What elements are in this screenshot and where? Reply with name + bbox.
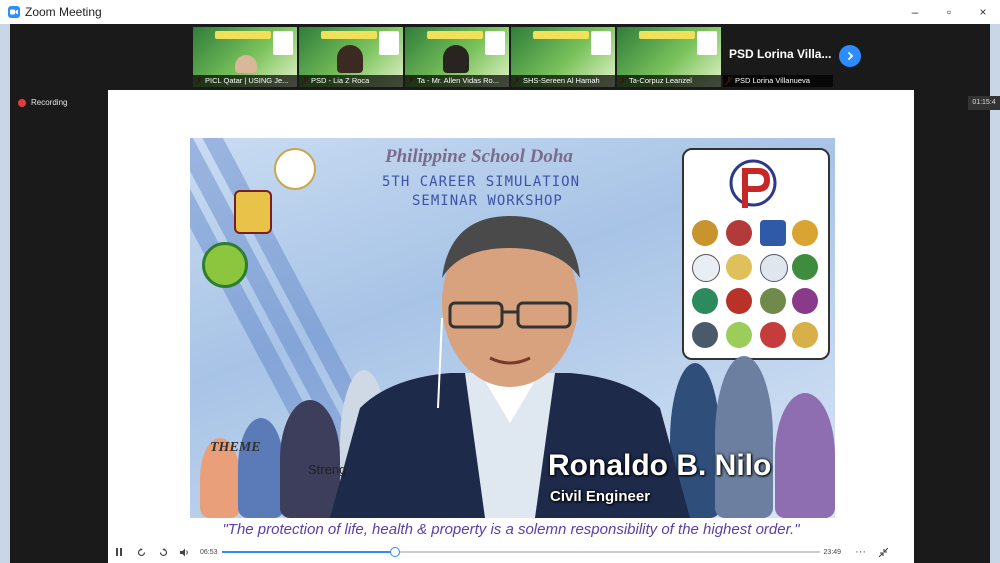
window-titlebar: Zoom Meeting xyxy=(0,0,1000,24)
org-logo xyxy=(792,254,818,280)
theme-text-partial: Streng xyxy=(308,462,347,477)
participant-strip: PICL Qatar | USING Je... PSD - Lia Z Roc… xyxy=(193,27,833,87)
forward-button[interactable] xyxy=(152,541,174,563)
school-seal-logo xyxy=(274,148,316,190)
participant-video xyxy=(443,45,469,73)
org-logo xyxy=(792,288,818,314)
participant-tile[interactable]: SHS-Sereen Al Hamah xyxy=(511,27,615,87)
org-logo xyxy=(760,322,786,348)
volume-button[interactable] xyxy=(174,541,196,563)
org-logo xyxy=(726,322,752,348)
forward-icon xyxy=(159,547,167,556)
activity-banner xyxy=(321,31,377,39)
org-logo xyxy=(792,322,818,348)
window-title: Zoom Meeting xyxy=(25,5,102,19)
speaker-role: Civil Engineer xyxy=(550,488,651,505)
activity-banner xyxy=(427,31,483,39)
poster-graphic xyxy=(485,31,505,55)
crest-logo xyxy=(234,190,272,234)
participant-name: Ta-Corpuz Leanzel xyxy=(617,75,721,87)
elapsed-time: 06:53 xyxy=(200,548,218,556)
activity-banner xyxy=(533,31,589,39)
org-logo xyxy=(792,220,818,246)
participant-tile[interactable]: Ta - Mr. Allen Vidas Ro... xyxy=(405,27,509,87)
maximize-button[interactable]: ▫ xyxy=(932,0,966,24)
org-logo xyxy=(760,254,788,282)
participant-name: PSD Lorina Villanueva xyxy=(723,75,833,87)
volume-icon xyxy=(180,548,188,556)
org-logo xyxy=(692,254,720,282)
seek-progress xyxy=(221,551,395,553)
total-duration: 23:49 xyxy=(823,548,842,556)
recording-indicator[interactable]: Recording xyxy=(18,98,67,107)
more-options-button[interactable]: ··· xyxy=(855,546,866,558)
seek-bar[interactable] xyxy=(221,547,820,557)
poster-graphic xyxy=(697,31,717,55)
org-logo xyxy=(760,288,786,314)
participant-name: SHS-Sereen Al Hamah xyxy=(511,75,615,87)
illustrated-person xyxy=(775,393,835,518)
next-participants-button[interactable] xyxy=(839,45,861,67)
illustrated-person xyxy=(238,418,284,518)
illustrated-person xyxy=(715,356,773,518)
zoom-app-icon xyxy=(8,6,20,18)
participant-tile[interactable]: PSD - Lia Z Roca xyxy=(299,27,403,87)
participant-display-name: PSD Lorina Villa... xyxy=(729,47,832,61)
speaker-name: Ronaldo B. Nilo xyxy=(548,449,772,482)
org-logo xyxy=(726,220,752,246)
participant-name: PSD - Lia Z Roca xyxy=(299,75,403,87)
org-logo xyxy=(692,220,718,246)
participant-tile[interactable]: PICL Qatar | USING Je... xyxy=(193,27,297,87)
poster-graphic xyxy=(591,31,611,55)
poster-graphic xyxy=(273,31,293,55)
participant-tile[interactable]: Ta-Corpuz Leanzel xyxy=(617,27,721,87)
org-logo xyxy=(726,288,752,314)
participant-name: PICL Qatar | USING Je... xyxy=(193,75,297,87)
participant-video xyxy=(337,45,363,73)
participant-video xyxy=(235,55,257,73)
recording-dot-icon xyxy=(18,98,26,107)
prc-logo xyxy=(729,159,777,208)
organization-logos-panel xyxy=(682,148,830,360)
meeting-timer: 01:15:4 xyxy=(968,96,1000,110)
theme-label: THEME xyxy=(210,440,261,455)
collapse-icon xyxy=(878,547,888,557)
replay-icon xyxy=(137,547,145,556)
event-title-line1: 5TH CAREER SIMULATION xyxy=(382,174,581,190)
chevron-right-icon xyxy=(847,51,854,61)
org-logo xyxy=(726,254,752,280)
activity-banner xyxy=(639,31,695,39)
pause-button[interactable] xyxy=(108,541,130,563)
poster-graphic xyxy=(379,31,399,55)
org-logo xyxy=(692,288,718,314)
seek-handle[interactable] xyxy=(389,547,400,557)
playback-controls: 06:53 23:49 ··· xyxy=(108,541,914,563)
badge-logo xyxy=(202,242,248,288)
presentation-slide: Philippine School Doha 5TH CAREER SIMULA… xyxy=(190,138,835,518)
minimize-button[interactable]: – xyxy=(898,0,932,24)
recording-label: Recording xyxy=(31,98,68,107)
collapse-button[interactable] xyxy=(872,541,894,563)
left-bezel xyxy=(0,24,10,563)
replay-button[interactable] xyxy=(130,541,152,563)
pause-icon xyxy=(116,548,122,556)
org-logo xyxy=(760,220,786,246)
event-title-line2: SEMINAR WORKSHOP xyxy=(412,193,563,209)
org-logo xyxy=(692,322,718,348)
close-button[interactable]: × xyxy=(966,0,1000,24)
activity-banner xyxy=(215,31,271,39)
participant-tile[interactable]: PSD Lorina Villa... PSD Lorina Villanuev… xyxy=(723,27,833,87)
participant-name: Ta - Mr. Allen Vidas Ro... xyxy=(405,75,509,87)
slide-quote: "The protection of life, health & proper… xyxy=(222,521,800,538)
school-name: Philippine School Doha xyxy=(385,146,573,167)
